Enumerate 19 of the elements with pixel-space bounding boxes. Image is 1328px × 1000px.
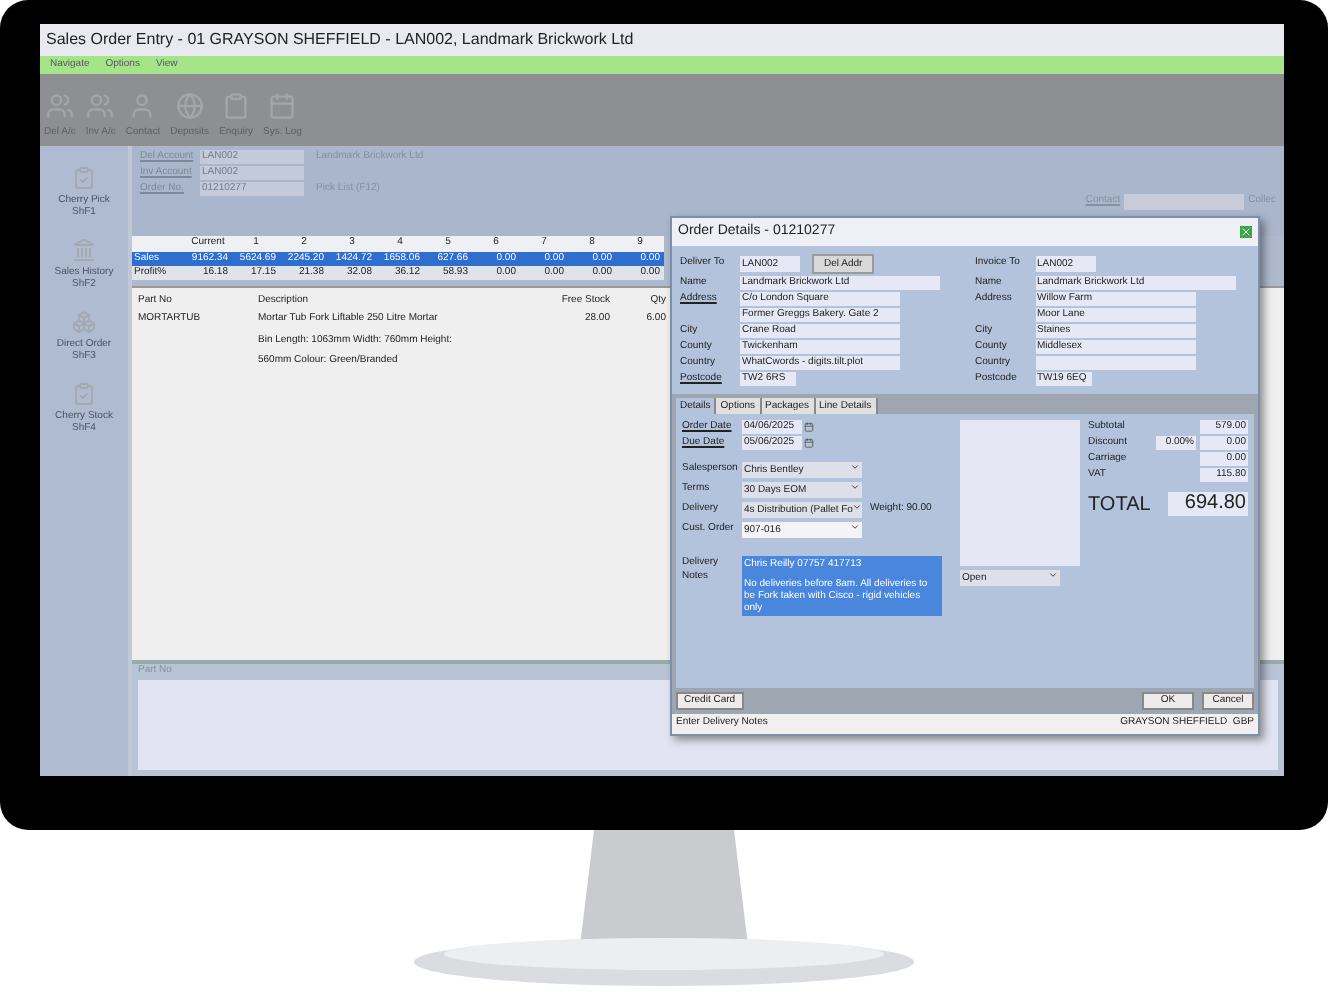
clipboard-icon (222, 91, 251, 119)
calendar-icon[interactable] (804, 422, 814, 432)
text-field[interactable] (1035, 356, 1195, 370)
people-icon (45, 91, 74, 119)
calendar-icon (268, 91, 297, 119)
memo-field[interactable] (960, 420, 1080, 566)
people-icon (86, 91, 115, 119)
clipboard-check-icon (72, 382, 96, 406)
bank-icon (71, 238, 96, 262)
total-field: 694.80 (1168, 492, 1248, 516)
window-title: Sales Order Entry - 01 GRAYSON SHEFFIELD - LAN002, Landmark Brickwork Ltd (46, 28, 634, 52)
total-label: TOTAL (1088, 491, 1153, 519)
calendar-icon[interactable] (804, 438, 814, 448)
chevron-down-icon (1048, 570, 1058, 580)
boxes-icon (71, 310, 96, 334)
close-icon[interactable] (1240, 226, 1252, 238)
person-icon (128, 91, 157, 119)
globe-icon (175, 91, 204, 119)
clipboard-check-icon (72, 166, 96, 190)
